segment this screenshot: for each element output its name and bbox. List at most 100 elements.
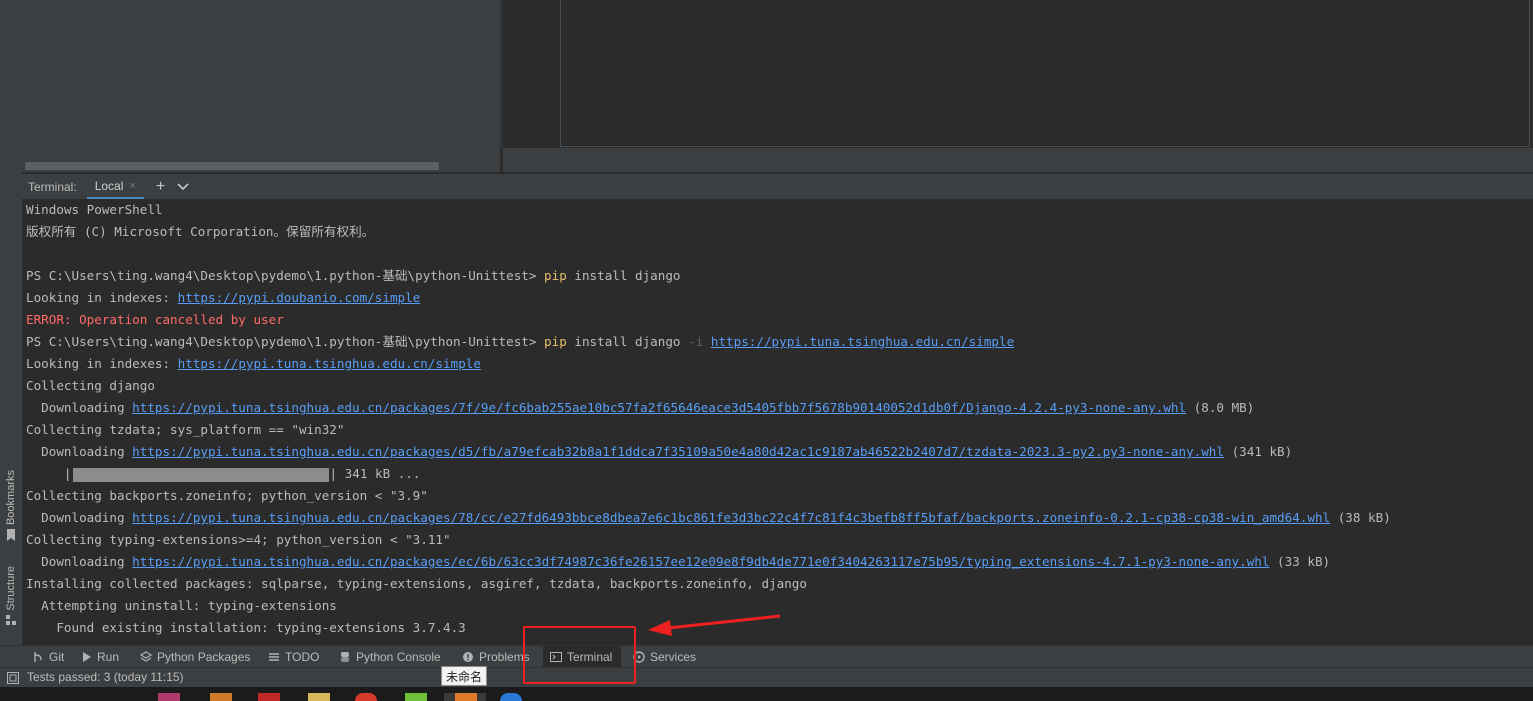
tab-git-label: Git — [49, 650, 65, 664]
terminal-line: ERROR: Operation cancelled by user — [26, 309, 284, 331]
taskbar-app-icon[interactable] — [258, 693, 280, 701]
bookmarks-tab[interactable]: Bookmarks — [2, 470, 20, 542]
line-text: Downloading — [26, 400, 133, 415]
line-text: Found existing installation: typing-exte… — [26, 620, 466, 635]
line-text: Collecting django — [26, 378, 155, 393]
annotation-highlight-box — [523, 626, 636, 684]
annotation-arrow — [648, 614, 781, 636]
terminal-header: Terminal: Local × + — [22, 173, 1533, 200]
taskbar-app-icon[interactable] — [355, 693, 377, 701]
project-pane[interactable] — [22, 0, 500, 172]
status-bar: Tests passed: 3 (today 11:15) — [0, 667, 1533, 688]
url-link[interactable]: https://pypi.tuna.tsinghua.edu.cn/packag… — [132, 510, 1330, 525]
terminal-line: Looking in indexes: https://pypi.doubani… — [26, 287, 420, 309]
line-text: Collecting backports.zoneinfo; python_ve… — [26, 488, 428, 503]
line-text: Collecting typing-extensions>=4; python_… — [26, 532, 451, 547]
list-icon — [269, 653, 279, 661]
tab-services[interactable]: Services — [633, 646, 696, 668]
terminal-line: Downloading https://pypi.tuna.tsinghua.e… — [26, 507, 1391, 529]
command-args: install django — [566, 268, 681, 283]
tab-python-packages[interactable]: Python Packages — [140, 646, 250, 668]
git-branch-icon — [34, 652, 42, 662]
bookmarks-label: Bookmarks — [5, 470, 17, 526]
top-area — [22, 0, 1533, 172]
editor-content[interactable] — [560, 0, 1530, 147]
new-tab-button[interactable]: + — [156, 178, 165, 196]
close-icon[interactable]: × — [129, 180, 135, 192]
editor-bottom-strip — [503, 148, 1533, 172]
tab-todo[interactable]: TODO — [268, 646, 319, 668]
taskbar-tooltip: 未命名 — [441, 666, 487, 686]
command: pip — [544, 334, 567, 349]
info-icon — [463, 652, 473, 662]
tool-window-bar: Git Run Python Packages TODO Python Cons… — [0, 645, 1533, 668]
tab-local[interactable]: Local × — [86, 174, 144, 200]
taskbar-app-icon[interactable] — [158, 693, 180, 701]
file-size: (33 kB) — [1269, 554, 1331, 569]
terminal-line: Collecting django — [26, 375, 155, 397]
python-icon — [341, 652, 349, 662]
file-size: (8.0 MB) — [1186, 400, 1255, 415]
terminal-line: 版权所有 (C) Microsoft Corporation。保留所有权利。 — [26, 221, 374, 243]
command-flag: -i — [688, 334, 704, 349]
layers-icon — [140, 651, 152, 662]
line-text: Installing collected packages: sqlparse,… — [26, 576, 807, 591]
line-text: Attempting uninstall: typing-extensions — [26, 598, 337, 613]
tab-todo-label: TODO — [285, 650, 320, 664]
tab-python-console[interactable]: Python Console — [339, 646, 441, 668]
file-size: (38 kB) — [1330, 510, 1391, 525]
prompt: PS C:\Users\ting.wang4\Desktop\pydemo\1.… — [26, 334, 545, 349]
status-text: Tests passed: 3 (today 11:15) — [27, 670, 184, 684]
line-text: Collecting tzdata; sys_platform == "win3… — [26, 422, 345, 437]
horizontal-scrollbar[interactable] — [25, 162, 439, 170]
terminal-line: Collecting backports.zoneinfo; python_ve… — [26, 485, 428, 507]
structure-tab[interactable]: Structure — [2, 566, 20, 625]
error-text: ERROR: Operation cancelled by user — [26, 312, 284, 327]
url-link[interactable]: https://pypi.doubanio.com/simple — [178, 290, 421, 305]
chevron-down-icon[interactable] — [177, 183, 189, 191]
tab-run[interactable]: Run — [80, 646, 119, 668]
taskbar-app-icon[interactable] — [500, 693, 522, 701]
structure-icon — [6, 614, 16, 625]
terminal-line: Found existing installation: typing-exte… — [26, 617, 466, 639]
terminal-line: Downloading https://pypi.tuna.tsinghua.e… — [26, 441, 1292, 463]
terminal-line: Downloading https://pypi.tuna.tsinghua.e… — [26, 397, 1254, 419]
progress-bar — [72, 467, 329, 482]
play-icon — [83, 652, 91, 662]
tab-python-console-label: Python Console — [356, 650, 441, 664]
tab-python-packages-label: Python Packages — [157, 650, 251, 664]
url-link[interactable]: https://pypi.tuna.tsinghua.edu.cn/simple — [178, 356, 481, 371]
left-tool-stripe: Bookmarks Structure — [0, 0, 23, 645]
line-text: Looking in indexes: — [26, 290, 178, 305]
terminal-line: Installing collected packages: sqlparse,… — [26, 573, 807, 595]
line-text: Downloading — [26, 444, 133, 459]
editor-pane[interactable] — [503, 0, 1533, 148]
file-size: (341 kB) — [1223, 444, 1293, 459]
terminal-line: PS C:\Users\ting.wang4\Desktop\pydemo\1.… — [26, 265, 681, 287]
progress-right: | 341 kB ... — [329, 466, 421, 481]
terminal-line: Looking in indexes: https://pypi.tuna.ts… — [26, 353, 481, 375]
command-args: install django — [566, 334, 689, 349]
tab-local-label: Local — [94, 178, 124, 193]
terminal-line: Collecting tzdata; sys_platform == "win3… — [26, 419, 344, 441]
tab-run-label: Run — [97, 650, 120, 664]
os-taskbar — [0, 687, 1533, 701]
tab-git[interactable]: Git — [32, 646, 64, 668]
line-text: Looking in indexes: — [26, 356, 178, 371]
terminal-line: | | 341 kB ... — [26, 463, 421, 485]
taskbar-app-icon[interactable] — [455, 693, 477, 701]
taskbar-app-icon[interactable] — [210, 693, 232, 701]
line-text: Downloading — [26, 510, 133, 525]
terminal-output[interactable]: Windows PowerShell 版权所有 (C) Microsoft Co… — [22, 199, 1533, 645]
window-toggle-icon[interactable] — [7, 672, 19, 684]
terminal-line: Attempting uninstall: typing-extensions — [26, 595, 337, 617]
url-link[interactable]: https://pypi.tuna.tsinghua.edu.cn/packag… — [132, 444, 1224, 459]
taskbar-app-icon[interactable] — [405, 693, 427, 701]
tab-problems[interactable]: Problems — [462, 646, 530, 668]
url-link[interactable]: https://pypi.tuna.tsinghua.edu.cn/simple — [711, 334, 1014, 349]
terminal-line: PS C:\Users\ting.wang4\Desktop\pydemo\1.… — [26, 331, 1014, 353]
taskbar-app-icon[interactable] — [308, 693, 330, 701]
url-link[interactable]: https://pypi.tuna.tsinghua.edu.cn/packag… — [132, 554, 1269, 569]
bookmark-icon — [7, 529, 15, 542]
url-link[interactable]: https://pypi.tuna.tsinghua.edu.cn/packag… — [132, 400, 1186, 415]
